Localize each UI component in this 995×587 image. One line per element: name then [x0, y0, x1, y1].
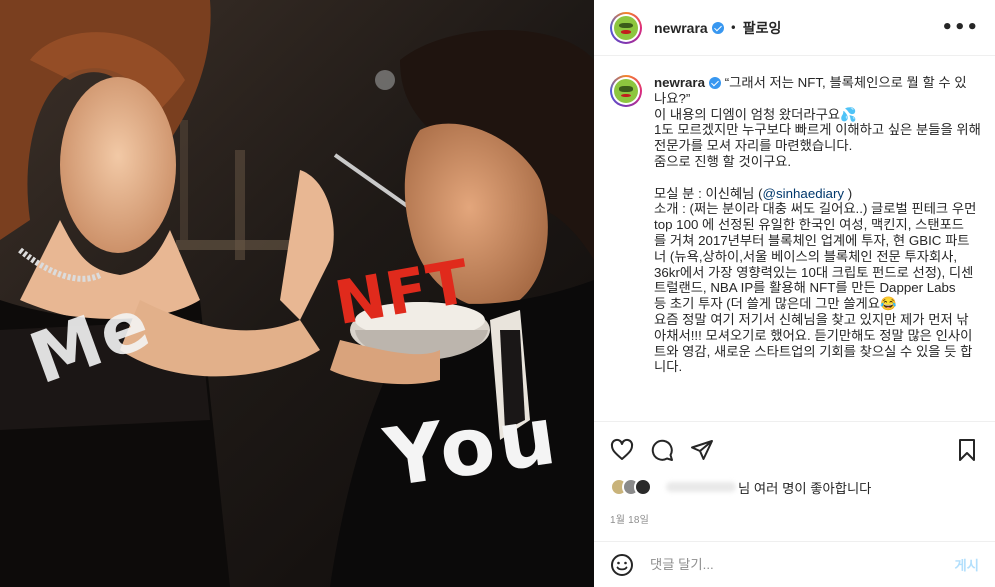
comment-input[interactable]: [650, 557, 955, 572]
caption-line-mention[interactable]: 모실 분 : 이신혜님 (@sinhaediary )⠀: [654, 186, 981, 202]
post-side-panel: newrara • 팔로잉 ••• newrara “그래서 저는 NFT, 블…: [594, 0, 995, 587]
likes-text: 님 여러 명이 좋아합니다: [738, 480, 872, 496]
caption-line: 나요?” ⠀: [654, 90, 704, 106]
caption-line: “그래서 저는 NFT, 블록체인으로 뭘 할 수 있: [724, 75, 967, 90]
caption-line: 너 (뉴욕,상하이,서울 베이스의 블록체인 전문 투자회사,: [654, 248, 958, 264]
header-separator: •: [729, 20, 737, 35]
post-caption: newrara “그래서 저는 NFT, 블록체인으로 뭘 할 수 있 나요?”…: [594, 57, 995, 421]
liker-avatars: [610, 476, 658, 498]
caption-line: 아채서!!! 모셔오기로 했어요. 듣기만해도 정말 많은 인사이: [654, 327, 973, 343]
caption-line: 트럴랜드, NBA IP를 활용해 NFT를 만든 Dapper Labs: [654, 280, 956, 296]
verified-badge-icon: [709, 77, 721, 90]
caption-line: 를 거쳐 2017년부터 블록체인 업계에 투자, 현 GBIC 파트: [654, 232, 970, 248]
likes-summary[interactable]: 님 여러 명이 좋아합니다: [610, 476, 871, 498]
caption-line: 1도 모르겠지만 누구보다 빠르게 이해하고 싶은 분들을 위해: [654, 122, 981, 138]
author-username[interactable]: newrara: [654, 20, 708, 36]
caption-line: 요즘 정말 여기 저기서 신혜님을 찾고 있지만 제가 먼저 낚: [654, 311, 969, 327]
author-avatar[interactable]: [610, 11, 642, 44]
frog-avatar-icon: [614, 79, 638, 103]
following-button[interactable]: 팔로잉: [743, 18, 782, 38]
liker-avatar: [634, 478, 652, 496]
share-icon[interactable]: [690, 438, 714, 462]
bookmark-icon[interactable]: [955, 438, 979, 462]
caption-line: 이 내용의 디엠이 엄청 왔더라구요💦: [654, 106, 857, 122]
mention-link[interactable]: @sinhaediary: [763, 186, 845, 201]
caption-line: 소개 : (쩌는 분이라 대충 써도 길어요..) 글로벌 핀테크 우먼: [654, 201, 977, 217]
emoji-icon[interactable]: [610, 553, 634, 577]
post-header: newrara • 팔로잉 •••: [594, 0, 995, 56]
caption-body: newrara “그래서 저는 NFT, 블록체인으로 뭘 할 수 있 나요?”…: [654, 75, 981, 421]
caption-line: ⠀: [654, 169, 664, 185]
actions-divider: [594, 421, 995, 422]
caption-username[interactable]: newrara: [654, 75, 705, 90]
more-options-icon[interactable]: •••: [937, 13, 983, 42]
post-date[interactable]: 1월 18일: [610, 511, 649, 526]
photo-illustration: [0, 0, 594, 587]
verified-badge-icon: [711, 21, 724, 34]
caption-author-avatar[interactable]: [610, 75, 642, 107]
caption-line: 트와 영감, 새로운 스타트업의 기회를 찾으실 수 있을 듯 합: [654, 343, 973, 359]
caption-line: top 100 에 선정된 유일한 한국인 여성, 맥킨지, 스탠포드: [654, 217, 965, 233]
caption-line: 등 초기 투자 (더 쓸게 많은데 그만 쓸게요😂⠀: [654, 296, 907, 312]
post-comment-button[interactable]: 게시: [955, 555, 979, 574]
post-actions: [610, 433, 979, 467]
post-photo[interactable]: Me NFT You: [0, 0, 594, 587]
comment-bar: 게시: [594, 541, 995, 587]
comment-icon[interactable]: [650, 438, 674, 462]
blurred-liker-name: [666, 482, 736, 492]
caption-line: 니다. ⠀: [654, 359, 696, 375]
heart-icon[interactable]: [610, 438, 634, 462]
caption-line: 줌으로 진행 할 것이구요.⠀: [654, 153, 801, 169]
frog-avatar-icon: [614, 15, 638, 40]
caption-line: 36kr에서 가장 영향력있는 10대 크립토 펀드로 선정), 디센: [654, 264, 974, 280]
caption-line: 전문가를 모셔 자리를 마련했습니다.⠀: [654, 138, 863, 154]
